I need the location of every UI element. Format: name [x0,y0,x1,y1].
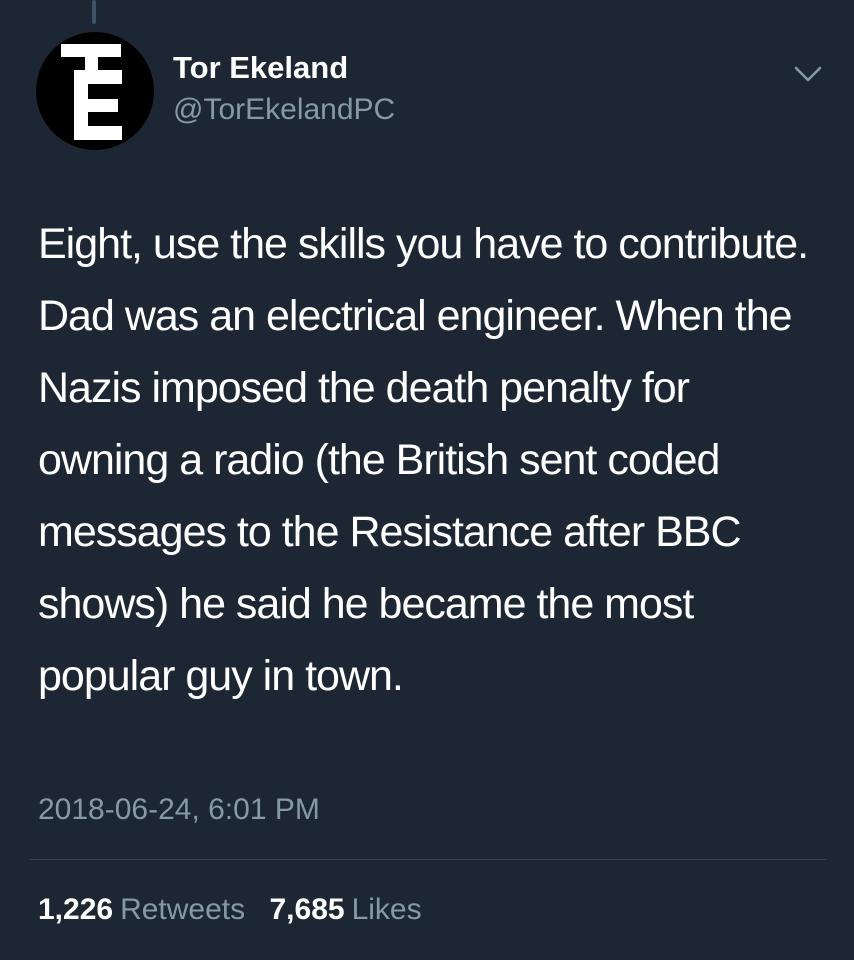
divider [30,859,826,860]
tweet-stats: 1,226 Retweets 7,685 Likes [38,893,422,927]
likes-count: 7,685 [269,893,345,926]
tweet-text: Eight, use the skills you have to contri… [38,220,809,700]
tweet-timestamp[interactable]: 2018-06-24, 6:01 PM [38,793,320,827]
retweets-stat[interactable]: 1,226 Retweets [38,893,245,926]
retweets-count: 1,226 [38,893,114,926]
avatar[interactable] [36,32,154,150]
thread-connector-line [92,0,96,24]
avatar-logo [61,44,122,140]
chevron-down-icon[interactable] [788,58,828,90]
retweets-label: Retweets [120,893,246,926]
author-handle[interactable]: @TorEkelandPC [173,93,395,127]
likes-label: Likes [351,893,422,926]
likes-stat[interactable]: 7,685 Likes [269,893,421,926]
author-display-name[interactable]: Tor Ekeland [173,50,348,86]
